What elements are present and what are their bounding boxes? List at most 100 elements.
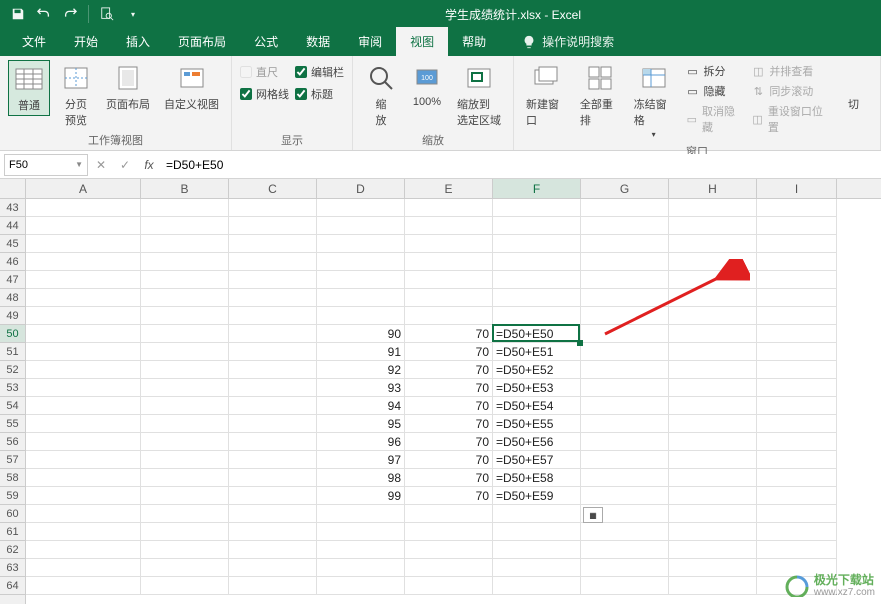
- cell-F63[interactable]: [493, 559, 581, 577]
- cell-C53[interactable]: [229, 379, 317, 397]
- cell-H45[interactable]: [669, 235, 757, 253]
- cell-H64[interactable]: [669, 577, 757, 595]
- switch-windows-button[interactable]: 切: [835, 60, 872, 114]
- cell-I57[interactable]: [757, 451, 837, 469]
- save-button[interactable]: [6, 3, 30, 25]
- cell-H48[interactable]: [669, 289, 757, 307]
- cell-H61[interactable]: [669, 523, 757, 541]
- cell-A47[interactable]: [26, 271, 141, 289]
- column-header-B[interactable]: B: [141, 179, 229, 198]
- cell-I44[interactable]: [757, 217, 837, 235]
- cell-E49[interactable]: [405, 307, 493, 325]
- cell-I60[interactable]: [757, 505, 837, 523]
- gridlines-checkbox[interactable]: 网格线: [240, 86, 289, 102]
- row-header-55[interactable]: 55: [0, 415, 25, 433]
- cell-I59[interactable]: [757, 487, 837, 505]
- cell-B51[interactable]: [141, 343, 229, 361]
- cell-F61[interactable]: [493, 523, 581, 541]
- insert-function-button[interactable]: fx: [138, 154, 160, 176]
- cell-B59[interactable]: [141, 487, 229, 505]
- cell-D45[interactable]: [317, 235, 405, 253]
- cell-A63[interactable]: [26, 559, 141, 577]
- cell-B54[interactable]: [141, 397, 229, 415]
- cell-I52[interactable]: [757, 361, 837, 379]
- cell-I61[interactable]: [757, 523, 837, 541]
- cell-I58[interactable]: [757, 469, 837, 487]
- name-box[interactable]: F50 ▼: [4, 154, 88, 176]
- cell-B63[interactable]: [141, 559, 229, 577]
- cell-H55[interactable]: [669, 415, 757, 433]
- cell-C58[interactable]: [229, 469, 317, 487]
- column-header-F[interactable]: F: [493, 179, 581, 198]
- cell-D44[interactable]: [317, 217, 405, 235]
- cell-D63[interactable]: [317, 559, 405, 577]
- cell-A52[interactable]: [26, 361, 141, 379]
- cell-G46[interactable]: [581, 253, 669, 271]
- cell-A62[interactable]: [26, 541, 141, 559]
- cell-E46[interactable]: [405, 253, 493, 271]
- cell-C47[interactable]: [229, 271, 317, 289]
- cell-H58[interactable]: [669, 469, 757, 487]
- cell-H62[interactable]: [669, 541, 757, 559]
- cell-B49[interactable]: [141, 307, 229, 325]
- cell-B55[interactable]: [141, 415, 229, 433]
- cell-C45[interactable]: [229, 235, 317, 253]
- cell-F50[interactable]: =D50+E50: [493, 325, 581, 343]
- cell-C61[interactable]: [229, 523, 317, 541]
- cell-G58[interactable]: [581, 469, 669, 487]
- cell-A48[interactable]: [26, 289, 141, 307]
- cell-B56[interactable]: [141, 433, 229, 451]
- cell-G50[interactable]: [581, 325, 669, 343]
- cell-F58[interactable]: =D50+E58: [493, 469, 581, 487]
- cell-D46[interactable]: [317, 253, 405, 271]
- tab-review[interactable]: 审阅: [344, 27, 396, 56]
- tab-data[interactable]: 数据: [292, 27, 344, 56]
- cell-F43[interactable]: [493, 199, 581, 217]
- cell-A51[interactable]: [26, 343, 141, 361]
- cell-D64[interactable]: [317, 577, 405, 595]
- cell-C62[interactable]: [229, 541, 317, 559]
- tab-view[interactable]: 视图: [396, 27, 448, 56]
- cell-C48[interactable]: [229, 289, 317, 307]
- cancel-formula-button[interactable]: ✕: [90, 154, 112, 176]
- cell-B50[interactable]: [141, 325, 229, 343]
- formula-input[interactable]: [160, 154, 881, 176]
- cells-grid[interactable]: 9070=D50+E509170=D50+E519270=D50+E529370…: [26, 199, 881, 604]
- cell-F64[interactable]: [493, 577, 581, 595]
- cell-I45[interactable]: [757, 235, 837, 253]
- cell-I62[interactable]: [757, 541, 837, 559]
- cell-H56[interactable]: [669, 433, 757, 451]
- cell-G64[interactable]: [581, 577, 669, 595]
- cell-A59[interactable]: [26, 487, 141, 505]
- row-header-58[interactable]: 58: [0, 469, 25, 487]
- column-header-G[interactable]: G: [581, 179, 669, 198]
- cell-H52[interactable]: [669, 361, 757, 379]
- cell-H47[interactable]: [669, 271, 757, 289]
- cell-C52[interactable]: [229, 361, 317, 379]
- cell-H51[interactable]: [669, 343, 757, 361]
- custom-view-button[interactable]: 自定义视图: [160, 60, 223, 114]
- cell-C63[interactable]: [229, 559, 317, 577]
- cell-C46[interactable]: [229, 253, 317, 271]
- cell-H57[interactable]: [669, 451, 757, 469]
- cell-C49[interactable]: [229, 307, 317, 325]
- cell-B53[interactable]: [141, 379, 229, 397]
- cell-C59[interactable]: [229, 487, 317, 505]
- row-header-50[interactable]: 50: [0, 325, 25, 343]
- cell-E56[interactable]: 70: [405, 433, 493, 451]
- cell-B44[interactable]: [141, 217, 229, 235]
- cell-E62[interactable]: [405, 541, 493, 559]
- cell-B60[interactable]: [141, 505, 229, 523]
- cell-I51[interactable]: [757, 343, 837, 361]
- row-header-61[interactable]: 61: [0, 523, 25, 541]
- cell-H63[interactable]: [669, 559, 757, 577]
- column-header-E[interactable]: E: [405, 179, 493, 198]
- row-header-59[interactable]: 59: [0, 487, 25, 505]
- cell-H44[interactable]: [669, 217, 757, 235]
- cell-B62[interactable]: [141, 541, 229, 559]
- cell-H43[interactable]: [669, 199, 757, 217]
- cell-F51[interactable]: =D50+E51: [493, 343, 581, 361]
- row-header-64[interactable]: 64: [0, 577, 25, 595]
- cell-H49[interactable]: [669, 307, 757, 325]
- page-layout-button[interactable]: 页面布局: [102, 60, 154, 114]
